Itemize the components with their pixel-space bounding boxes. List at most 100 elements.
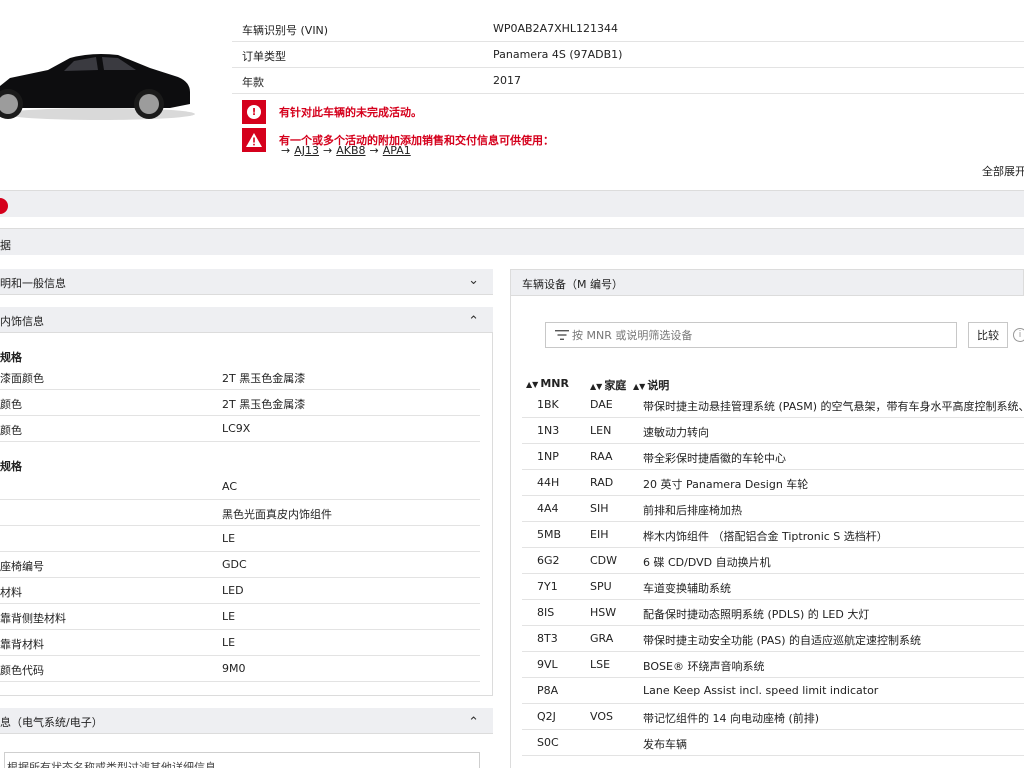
spec-label: 颜色	[0, 398, 22, 411]
data-section-bar[interactable]: 据	[0, 228, 1024, 255]
electrical-panel-header[interactable]: 息（电气系统/电子） ⌃	[0, 708, 493, 734]
model-year-value: 2017	[493, 74, 521, 87]
warning-triangle-icon	[242, 128, 266, 152]
chevron-down-icon[interactable]: ⌄	[468, 273, 479, 288]
equipment-row[interactable]: P8A Lane Keep Assist incl. speed limit in…	[522, 678, 1024, 704]
spec-value: AC	[222, 480, 238, 493]
vin-label: 车辆识别号 (VIN)	[242, 24, 329, 37]
spec-label: 漆面颜色	[0, 372, 44, 385]
campaign-link-apa1[interactable]: APA1	[383, 144, 411, 157]
spec-row: 靠背侧垫材料 LE	[0, 604, 480, 630]
equipment-row[interactable]: 7Y1 SPU 车道变换辅助系统	[522, 574, 1024, 600]
description-cell: 带保时捷主动安全功能 (PAS) 的自适应巡航定速控制系统	[643, 634, 922, 647]
description-cell: 前排和后排座椅加热	[643, 504, 742, 517]
equipment-row[interactable]: 1NP RAA 带全彩保时捷盾徽的车轮中心	[522, 444, 1024, 470]
panel-title: 车辆设备（M 编号）	[522, 278, 623, 291]
equipment-search-input[interactable]	[572, 326, 952, 344]
family-cell: SIH	[590, 502, 609, 515]
equipment-row[interactable]: 8IS HSW 配备保时捷动态照明系统 (PDLS) 的 LED 大灯	[522, 600, 1024, 626]
mnr-cell: 8T3	[537, 632, 558, 645]
equipment-panel-header: 车辆设备（M 编号）	[510, 269, 1024, 296]
equipment-row[interactable]: 4A4 SIH 前排和后排座椅加热	[522, 496, 1024, 522]
spec-label: 靠背材料	[0, 638, 44, 651]
spec-label: 颜色代码	[0, 664, 44, 677]
column-header-description[interactable]: ▲▼ 说明	[633, 377, 669, 393]
family-cell: HSW	[590, 606, 617, 619]
spec-row: 颜色 LC9X	[0, 416, 480, 442]
equipment-row[interactable]: Q2J VOS 带记忆组件的 14 向电动座椅 (前排)	[522, 704, 1024, 730]
exclamation-circle-icon: !	[242, 100, 266, 124]
mnr-cell: Q2J	[537, 710, 556, 723]
spec-value: LED	[222, 584, 244, 597]
panel-title: 明和一般信息	[0, 277, 66, 290]
description-cell: 桦木内饰组件 （搭配铝合金 Tiptronic S 选档杆）	[643, 530, 888, 543]
family-cell: CDW	[590, 554, 618, 567]
column-header-family[interactable]: ▲▼ 家庭	[590, 377, 626, 393]
chevron-up-icon[interactable]: ⌃	[468, 715, 479, 730]
spec-value: 9M0	[222, 662, 246, 675]
info-icon[interactable]: i	[1013, 328, 1024, 342]
spec-label: 颜色	[0, 424, 22, 437]
equipment-row[interactable]: 9VL LSE BOSE® 环绕声音响系统	[522, 652, 1024, 678]
family-cell: DAE	[590, 398, 613, 411]
description-cell: 带全彩保时捷盾徽的车轮中心	[643, 452, 786, 465]
equipment-row[interactable]: 8T3 GRA 带保时捷主动安全功能 (PAS) 的自适应巡航定速控制系统	[522, 626, 1024, 652]
mnr-cell: 9VL	[537, 658, 558, 671]
mnr-cell: 7Y1	[537, 580, 558, 593]
spec-row: AC	[0, 474, 480, 500]
vehicle-info-table: 车辆识别号 (VIN) WP0AB2A7XHL121344 订单类型 Panam…	[232, 16, 1024, 94]
description-cell: 20 英寸 Panamera Design 车轮	[643, 478, 809, 491]
compare-button[interactable]: 比较	[968, 322, 1008, 348]
hint-text: 根据所有状态名称或类型过滤其他详细信息	[7, 761, 216, 768]
mnr-cell: 6G2	[537, 554, 560, 567]
mnr-cell: 8IS	[537, 606, 555, 619]
equipment-filter[interactable]	[545, 322, 957, 348]
family-cell: LEN	[590, 424, 612, 437]
spec-value: LE	[222, 610, 236, 623]
campaign-link-akb8[interactable]: AKB8	[336, 144, 365, 157]
description-cell: Lane Keep Assist incl. speed limit indic…	[643, 684, 879, 697]
description-cell: 配备保时捷动态照明系统 (PDLS) 的 LED 大灯	[643, 608, 870, 621]
equipment-row[interactable]: 1N3 LEN 速敏动力转向	[522, 418, 1024, 444]
detail-filter-hint: 根据所有状态名称或类型过滤其他详细信息	[4, 752, 480, 768]
equipment-row[interactable]: 44H RAD 20 英寸 Panamera Design 车轮	[522, 470, 1024, 496]
description-cell: 6 碟 CD/DVD 自动换片机	[643, 556, 771, 569]
campaign-status-bar[interactable]	[0, 190, 1024, 217]
equipment-row[interactable]: S0C 发布车辆	[522, 730, 1024, 756]
spec-value: LE	[222, 636, 236, 649]
description-cell: 车道变换辅助系统	[643, 582, 731, 595]
sort-icon: ▲▼	[633, 382, 646, 391]
interior-panel-header[interactable]: 内饰信息 ⌃	[0, 307, 493, 333]
chevron-up-icon[interactable]: ⌃	[468, 314, 479, 329]
description-cell: 发布车辆	[643, 738, 687, 751]
equipment-row[interactable]: 6G2 CDW 6 碟 CD/DVD 自动换片机	[522, 548, 1024, 574]
general-info-panel-header[interactable]: 明和一般信息 ⌄	[0, 269, 493, 295]
data-section-title: 据	[0, 239, 11, 252]
equipment-row[interactable]: 5MB EIH 桦木内饰组件 （搭配铝合金 Tiptronic S 选档杆）	[522, 522, 1024, 548]
campaign-links: → AJ13 → AKB8 → APA1	[281, 144, 411, 157]
column-header-mnr[interactable]: ▲▼ MNR	[526, 377, 569, 390]
family-cell: LSE	[590, 658, 611, 671]
description-cell: BOSE® 环绕声音响系统	[643, 660, 765, 673]
filter-icon	[555, 330, 569, 340]
spec-value: 2T 黑玉色金属漆	[222, 372, 306, 385]
spec-label: 材料	[0, 586, 22, 599]
interior-panel-body: 规格 漆面颜色 2T 黑玉色金属漆 颜色 2T 黑玉色金属漆 颜色 LC9X 规格 A…	[0, 333, 493, 696]
panel-title: 息（电气系统/电子）	[0, 716, 103, 729]
mnr-cell: 44H	[537, 476, 560, 489]
sort-icon: ▲▼	[590, 382, 603, 391]
family-cell: SPU	[590, 580, 612, 593]
spec-row: 黑色光面真皮内饰组件	[0, 500, 480, 526]
sort-icon: ▲▼	[526, 380, 539, 389]
spec-value: GDC	[222, 558, 247, 571]
arrow-right-icon: →	[281, 144, 291, 157]
campaign-link-aj13[interactable]: AJ13	[294, 144, 319, 157]
description-cell: 带保时捷主动悬挂管理系统 (PASM) 的空气悬架，带有车身水平高度控制系统、.…	[643, 400, 1024, 413]
equipment-row[interactable]: 1BK DAE 带保时捷主动悬挂管理系统 (PASM) 的空气悬架，带有车身水平高度…	[522, 392, 1024, 418]
spec-row: 座椅编号 GDC	[0, 552, 480, 578]
expand-all-link[interactable]: 全部展开	[982, 163, 1024, 179]
spec-group-title: 规格	[0, 351, 22, 364]
spec-value: 黑色光面真皮内饰组件	[222, 508, 332, 521]
spec-label: 座椅编号	[0, 560, 44, 573]
spec-value: LC9X	[222, 422, 251, 435]
